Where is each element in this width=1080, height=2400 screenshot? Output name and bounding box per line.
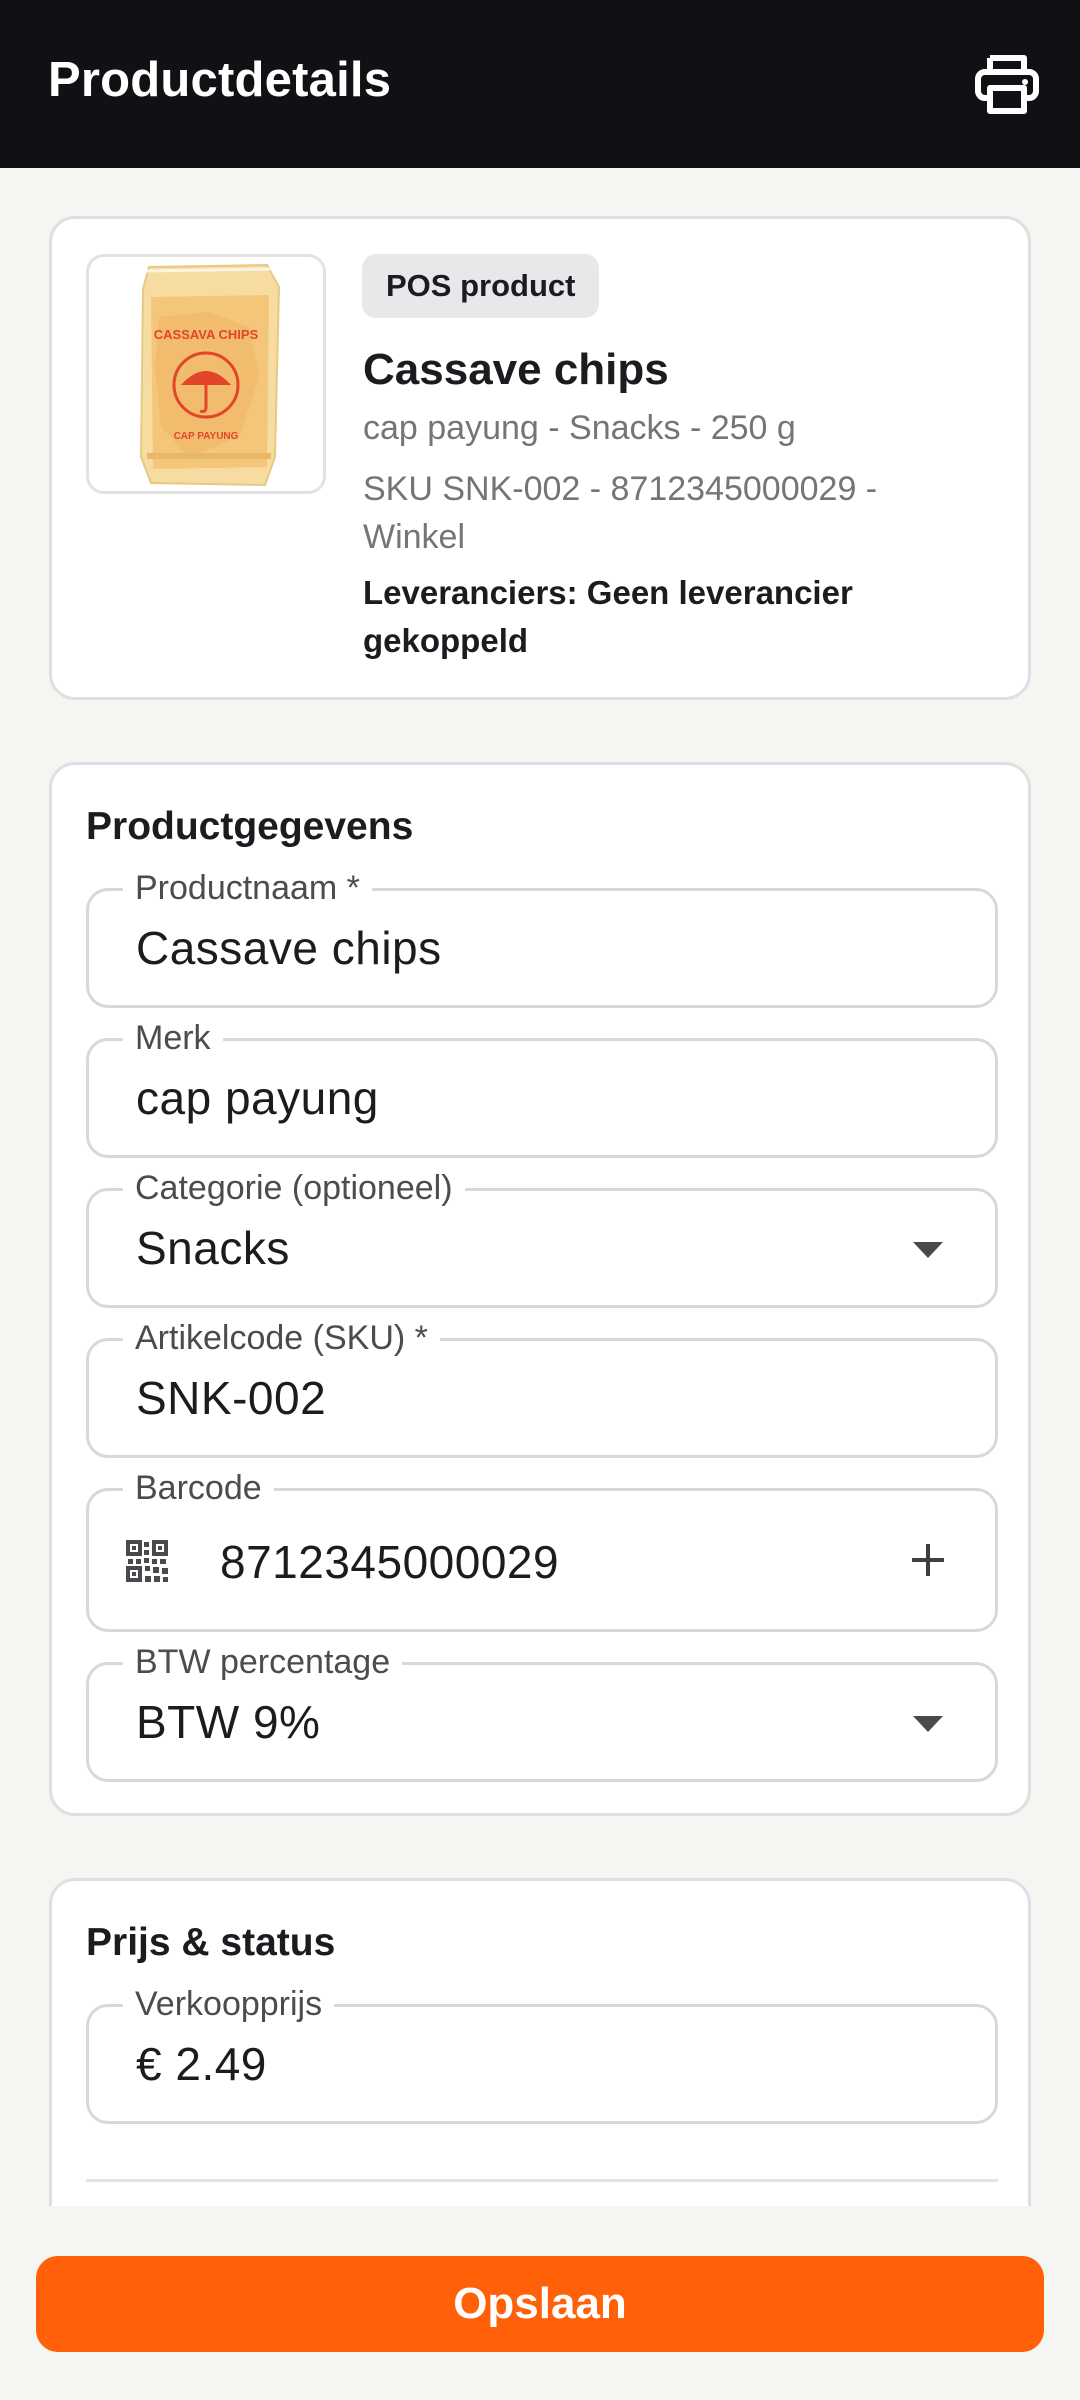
svg-text:CASSAVA CHIPS: CASSAVA CHIPS bbox=[154, 327, 259, 342]
product-sku-line: SKU SNK-002 - 8712345000029 - Winkel bbox=[363, 470, 878, 556]
sku-value[interactable]: SNK-002 bbox=[136, 1371, 326, 1425]
product-name-value[interactable]: Cassave chips bbox=[136, 921, 442, 975]
vat-select[interactable]: BTW percentage BTW 9% bbox=[86, 1642, 998, 1782]
product-suppliers: Leveranciers: Geen leverancier gekoppeld bbox=[363, 574, 853, 659]
sale-price-field[interactable]: Verkoopprijs € 2.49 bbox=[86, 1984, 998, 2124]
svg-text:CAP PAYUNG: CAP PAYUNG bbox=[174, 431, 239, 442]
top-app-bar: Productdetails bbox=[0, 0, 1080, 168]
vat-value[interactable]: BTW 9% bbox=[136, 1695, 320, 1749]
product-subtitle: cap payung - Snacks - 250 g bbox=[363, 409, 796, 447]
sale-price-label: Verkoopprijs bbox=[123, 1984, 335, 2024]
product-info-card: Productgegevens Productnaam * Cassave ch… bbox=[49, 762, 1031, 1816]
product-name: Cassave chips bbox=[363, 345, 669, 394]
category-value[interactable]: Snacks bbox=[136, 1221, 290, 1275]
price-status-title: Prijs & status bbox=[86, 1921, 336, 1964]
printer-icon[interactable] bbox=[974, 54, 1040, 114]
barcode-label: Barcode bbox=[123, 1468, 274, 1508]
brand-label: Merk bbox=[123, 1018, 223, 1058]
brand-field[interactable]: Merk cap payung bbox=[86, 1018, 998, 1158]
vat-label: BTW percentage bbox=[123, 1642, 403, 1682]
product-info-title: Productgegevens bbox=[86, 805, 414, 848]
sku-field[interactable]: Artikelcode (SKU) * SNK-002 bbox=[86, 1318, 998, 1458]
product-image: CASSAVA CHIPS CAP PAYUNG bbox=[86, 254, 326, 494]
add-barcode-icon[interactable] bbox=[909, 1541, 947, 1579]
sale-price-value[interactable]: € 2.49 bbox=[136, 2037, 267, 2091]
category-label: Categorie (optioneel) bbox=[123, 1168, 465, 1208]
product-summary-card: CASSAVA CHIPS CAP PAYUNG POS product Cas… bbox=[49, 216, 1031, 700]
qr-code-icon bbox=[126, 1540, 168, 1582]
barcode-field[interactable]: Barcode 8712345000029 bbox=[86, 1468, 998, 1632]
save-button[interactable]: Opslaan bbox=[36, 2256, 1044, 2352]
barcode-value[interactable]: 8712345000029 bbox=[220, 1535, 559, 1589]
brand-value[interactable]: cap payung bbox=[136, 1071, 379, 1125]
dropdown-arrow-icon[interactable] bbox=[913, 1242, 943, 1258]
page-title: Productdetails bbox=[48, 53, 392, 107]
divider bbox=[86, 2179, 998, 2182]
category-select[interactable]: Categorie (optioneel) Snacks bbox=[86, 1168, 998, 1308]
dropdown-arrow-icon[interactable] bbox=[913, 1716, 943, 1732]
pos-product-badge: POS product bbox=[362, 254, 600, 318]
sku-label: Artikelcode (SKU) * bbox=[123, 1318, 440, 1358]
product-name-label: Productnaam * bbox=[123, 868, 372, 908]
product-name-field[interactable]: Productnaam * Cassave chips bbox=[86, 868, 998, 1008]
